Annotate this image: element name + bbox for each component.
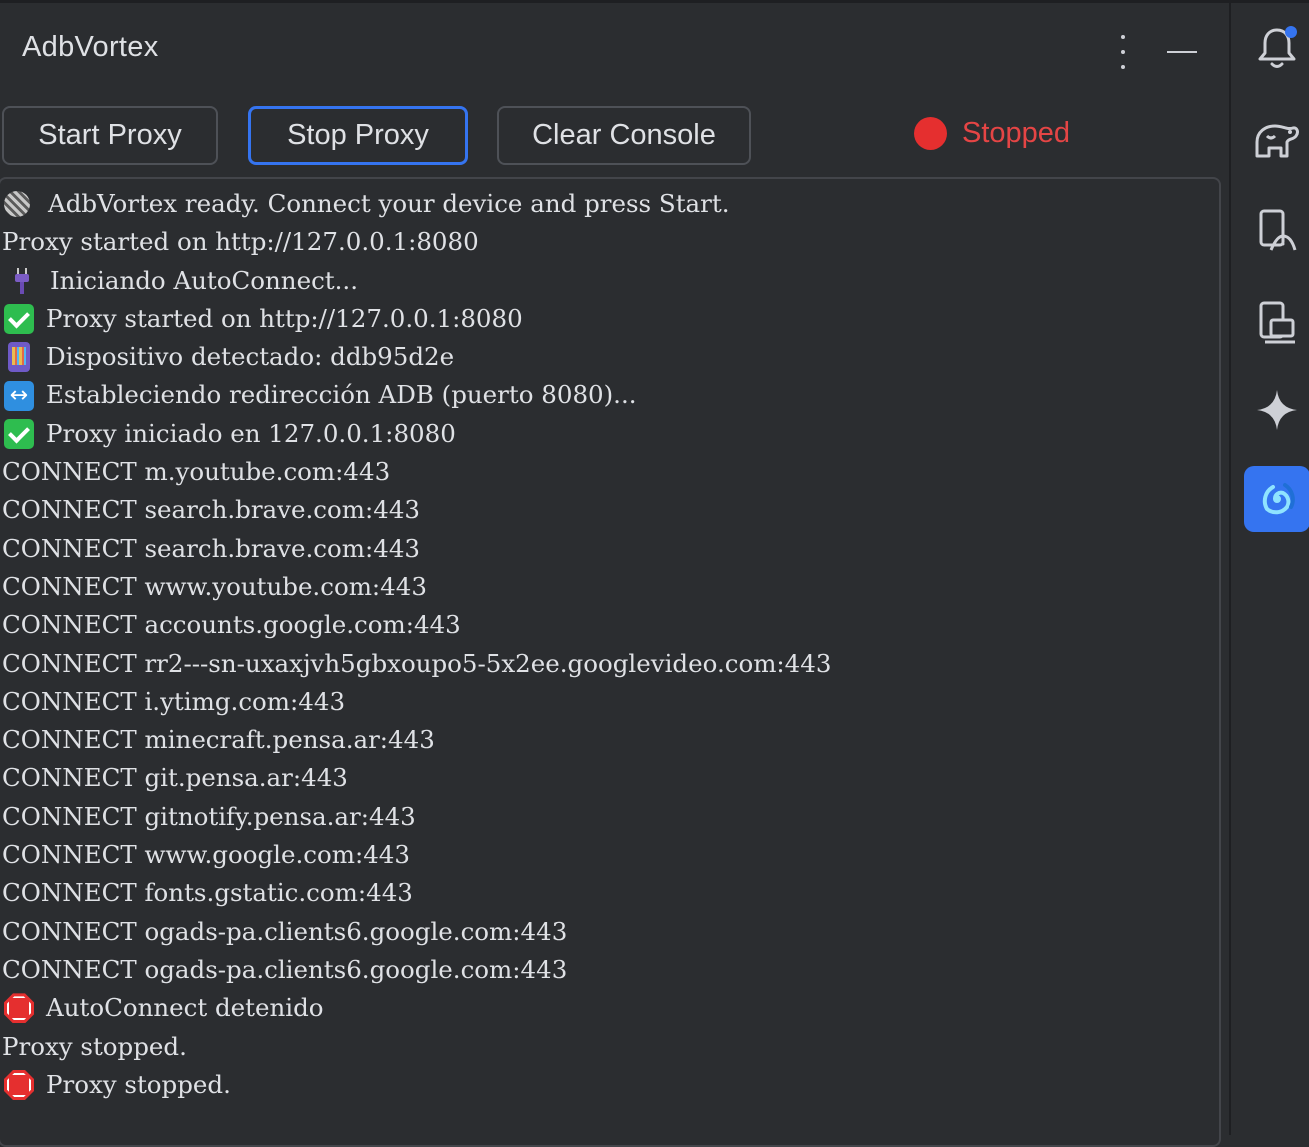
console-line: CONNECT i.ytimg.com:443 xyxy=(2,683,831,721)
more-options-icon[interactable] xyxy=(1110,35,1136,69)
gemini-sparkle-icon[interactable] xyxy=(1244,377,1309,443)
console-line: CONNECT git.pensa.ar:443 xyxy=(2,759,831,797)
console-line: ↔ Estableciendo redirección ADB (puerto 8… xyxy=(2,376,831,414)
console-line: CONNECT www.google.com:443 xyxy=(2,836,831,874)
stop-proxy-button[interactable]: Stop Proxy xyxy=(248,106,468,165)
console-line: CONNECT rr2---sn-uxaxjvh5gbxoupo5-5x2ee.… xyxy=(2,645,831,683)
console-line-text: CONNECT www.google.com:443 xyxy=(2,840,410,870)
console-line-text: CONNECT ogads-pa.clients6.google.com:443 xyxy=(2,954,568,984)
console-line: CONNECT fonts.gstatic.com:443 xyxy=(2,874,831,912)
adbvortex-swirl-icon[interactable] xyxy=(1244,466,1309,532)
console-output[interactable]: AdbVortex ready. Connect your device and… xyxy=(0,177,1221,1147)
globe-icon xyxy=(4,191,30,218)
console-line: Dispositivo detectado: ddb95d2e xyxy=(2,338,831,376)
console-line-text: CONNECT accounts.google.com:443 xyxy=(2,610,461,640)
console-line-text: Proxy started on http://127.0.0.1:8080 xyxy=(2,227,479,257)
stop-sign-icon xyxy=(4,993,34,1023)
left-right-arrow-icon: ↔ xyxy=(4,380,34,411)
start-proxy-button[interactable]: Start Proxy xyxy=(2,106,218,165)
console-line-text: AdbVortex ready. Connect your device and… xyxy=(48,189,730,218)
console-line-text: CONNECT minecraft.pensa.ar:443 xyxy=(2,725,435,755)
console-line-text: Proxy started on http://127.0.0.1:8080 xyxy=(46,303,523,333)
phone-icon xyxy=(8,342,30,373)
check-icon xyxy=(4,304,34,335)
console-line-text: CONNECT fonts.gstatic.com:443 xyxy=(2,878,413,908)
running-devices-icon[interactable] xyxy=(1244,289,1309,355)
proxy-status: Stopped xyxy=(914,115,1070,151)
gradle-elephant-icon[interactable] xyxy=(1244,107,1309,173)
stop-sign-icon xyxy=(4,1070,34,1100)
console-line: CONNECT www.youtube.com:443 xyxy=(2,568,831,606)
check-icon xyxy=(4,418,34,449)
status-dot-icon xyxy=(914,116,947,150)
console-log: AdbVortex ready. Connect your device and… xyxy=(2,185,831,1104)
console-line-text: CONNECT search.brave.com:443 xyxy=(2,495,420,525)
console-line-text: Dispositivo detectado: ddb95d2e xyxy=(46,342,455,372)
console-line-text: Proxy stopped. xyxy=(46,1069,231,1099)
console-line: CONNECT minecraft.pensa.ar:443 xyxy=(2,721,831,759)
console-line-text: CONNECT m.youtube.com:443 xyxy=(2,457,391,487)
console-line: CONNECT m.youtube.com:443 xyxy=(2,453,831,491)
plug-icon xyxy=(10,266,34,296)
right-tool-strip xyxy=(1229,3,1309,1135)
console-line-text: Estableciendo redirección ADB (puerto 80… xyxy=(46,380,637,410)
console-line-text: Proxy iniciado en 127.0.0.1:8080 xyxy=(46,418,456,448)
console-line: AutoConnect detenido xyxy=(2,989,831,1027)
console-line-text: Iniciando AutoConnect... xyxy=(50,265,359,295)
console-line: AdbVortex ready. Connect your device and… xyxy=(2,185,831,223)
console-line: Iniciando AutoConnect... xyxy=(2,262,831,300)
console-line: CONNECT accounts.google.com:443 xyxy=(2,606,831,644)
console-line-text: CONNECT i.ytimg.com:443 xyxy=(2,686,346,716)
console-line: Proxy started on http://127.0.0.1:8080 xyxy=(2,223,831,261)
console-line: CONNECT search.brave.com:443 xyxy=(2,491,831,529)
console-line: Proxy started on http://127.0.0.1:8080 xyxy=(2,300,831,338)
console-line: Proxy stopped. xyxy=(2,1028,831,1066)
console-line: CONNECT search.brave.com:443 xyxy=(2,530,831,568)
console-line: Proxy iniciado en 127.0.0.1:8080 xyxy=(2,415,831,453)
device-manager-icon[interactable] xyxy=(1244,197,1309,263)
minimize-icon[interactable] xyxy=(1166,39,1198,65)
console-line: CONNECT ogads-pa.clients6.google.com:443 xyxy=(2,913,831,951)
console-line-text: CONNECT git.pensa.ar:443 xyxy=(2,763,348,793)
console-line-text: CONNECT ogads-pa.clients6.google.com:443 xyxy=(2,916,568,946)
console-line: CONNECT ogads-pa.clients6.google.com:443 xyxy=(2,951,831,989)
console-line-text: Proxy stopped. xyxy=(2,1031,187,1061)
console-line-text: CONNECT search.brave.com:443 xyxy=(2,533,420,563)
console-line: CONNECT gitnotify.pensa.ar:443 xyxy=(2,798,831,836)
console-line-text: CONNECT www.youtube.com:443 xyxy=(2,571,427,601)
tool-window-title: AdbVortex xyxy=(22,31,159,63)
console-line-text: CONNECT rr2---sn-uxaxjvh5gbxoupo5-5x2ee.… xyxy=(2,648,832,678)
status-text: Stopped xyxy=(962,116,1071,149)
clear-console-button[interactable]: Clear Console xyxy=(497,106,751,165)
console-line-text: CONNECT gitnotify.pensa.ar:443 xyxy=(2,801,416,831)
notifications-icon[interactable] xyxy=(1244,15,1309,81)
console-line: Proxy stopped. xyxy=(2,1066,831,1104)
console-line-text: AutoConnect detenido xyxy=(46,993,324,1023)
